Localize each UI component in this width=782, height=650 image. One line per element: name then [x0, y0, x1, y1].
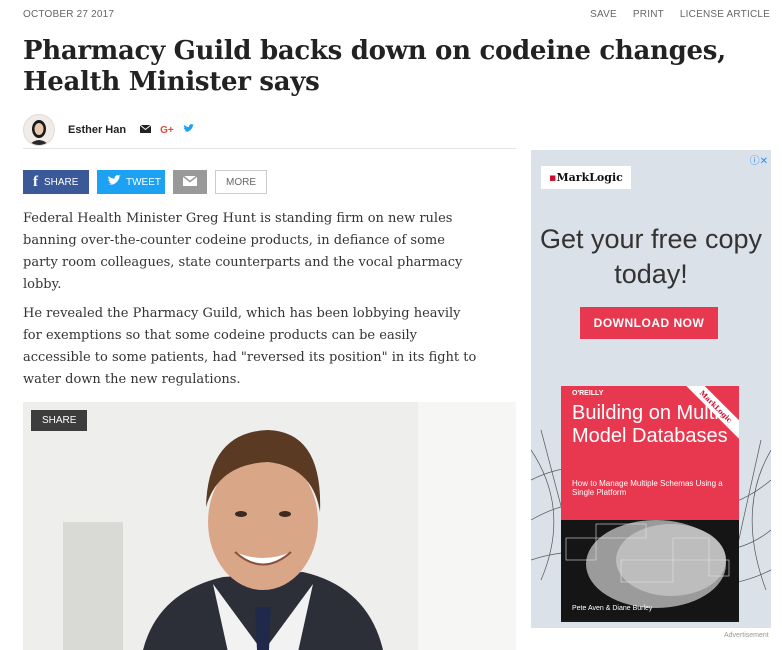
author-social: G+	[139, 124, 194, 136]
ebook-authors: Pete Aven & Diane Burley	[572, 605, 653, 612]
ad-choices-icon[interactable]: ⓘ✕	[750, 152, 768, 167]
author-avatar[interactable]	[23, 114, 55, 146]
twitter-icon	[107, 175, 121, 189]
author-name[interactable]: Esther Han	[68, 124, 126, 136]
save-link[interactable]: SAVE	[590, 9, 617, 20]
ad-headline: Get your free copy today!	[539, 224, 763, 289]
email-share-button[interactable]	[173, 170, 207, 194]
envelope-icon	[182, 174, 198, 189]
byline-divider	[23, 148, 516, 149]
article-paragraph: He revealed the Pharmacy Guild, which ha…	[23, 306, 477, 387]
download-now-button[interactable]: DOWNLOAD NOW	[580, 307, 718, 339]
more-share-button[interactable]: MORE	[215, 170, 267, 194]
advertisement[interactable]: ⓘ✕ ▪MarkLogic Get your free copy today! …	[531, 150, 771, 628]
twitter-share-button[interactable]: TWEET	[97, 170, 165, 194]
photo-share-button[interactable]: SHARE	[31, 410, 88, 431]
ebook-subtitle: How to Manage Multiple Schemas Using a S…	[572, 479, 723, 497]
print-link[interactable]: PRINT	[633, 9, 664, 20]
article-paragraph: Federal Health Minister Greg Hunt is sta…	[23, 211, 463, 292]
oreilly-label: O'REILLY	[572, 390, 604, 397]
article-title: Pharmacy Guild backs down on codeine cha…	[23, 36, 726, 97]
byline: Esther Han G+	[23, 114, 194, 146]
article-actions: SAVE PRINT LICENSE ARTICLE	[590, 9, 770, 20]
twitter-icon[interactable]	[182, 124, 194, 136]
top-bar: OCTOBER 27 2017 SAVE PRINT LICENSE ARTIC…	[23, 9, 770, 23]
twitter-share-label: TWEET	[126, 176, 161, 188]
facebook-icon: f	[33, 173, 38, 190]
email-icon[interactable]	[139, 124, 152, 136]
article-date: OCTOBER 27 2017	[23, 9, 115, 20]
license-article-link[interactable]: LICENSE ARTICLE	[680, 9, 770, 20]
advertisement-label: Advertisement	[724, 632, 769, 639]
google-plus-icon[interactable]: G+	[160, 125, 174, 136]
facebook-share-label: SHARE	[44, 176, 79, 188]
ebook-cover[interactable]: O'REILLY Building on Multi-Model Databas…	[561, 386, 739, 622]
article-photo: SHARE	[23, 402, 516, 650]
marklogic-logo: ▪MarkLogic	[541, 166, 631, 189]
facebook-share-button[interactable]: f SHARE	[23, 170, 89, 194]
share-bar: f SHARE TWEET MORE	[23, 170, 267, 194]
